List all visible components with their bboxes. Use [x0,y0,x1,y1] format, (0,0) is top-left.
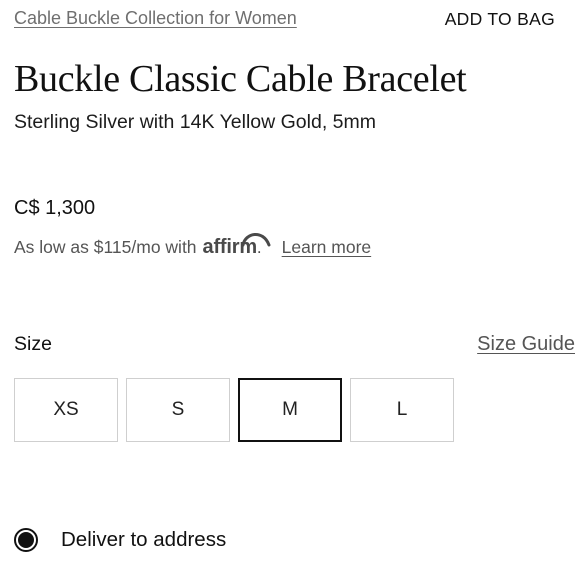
add-to-bag-button[interactable]: ADD TO BAG [445,9,555,30]
size-label: Size [14,333,52,355]
collection-breadcrumb-link[interactable]: Cable Buckle Collection for Women [14,8,297,29]
deliver-radio-button[interactable] [14,528,38,552]
product-page: Cable Buckle Collection for Women ADD TO… [0,0,580,580]
size-option-m[interactable]: M [238,378,342,442]
product-title: Buckle Classic Cable Bracelet [14,58,467,100]
delivery-option[interactable]: Deliver to address [14,528,226,552]
product-price: C$ 1,300 [14,197,96,219]
product-subtitle: Sterling Silver with 14K Yellow Gold, 5m… [14,111,376,133]
deliver-to-address-label: Deliver to address [61,528,227,551]
radio-selected-dot [18,532,34,548]
size-option-l[interactable]: L [350,378,454,442]
size-guide-link[interactable]: Size Guide [477,333,575,356]
size-option-xs[interactable]: XS [14,378,118,442]
financing-text: As low as $115/mo with [14,237,197,257]
size-option-s[interactable]: S [126,378,230,442]
financing-line: As low as $115/mo with affirm . Learn mo… [14,233,372,259]
affirm-logo: affirm [203,233,271,259]
affirm-arc-icon [241,233,271,247]
learn-more-link[interactable]: Learn more [282,237,372,258]
size-options: XS S M L [14,378,454,442]
